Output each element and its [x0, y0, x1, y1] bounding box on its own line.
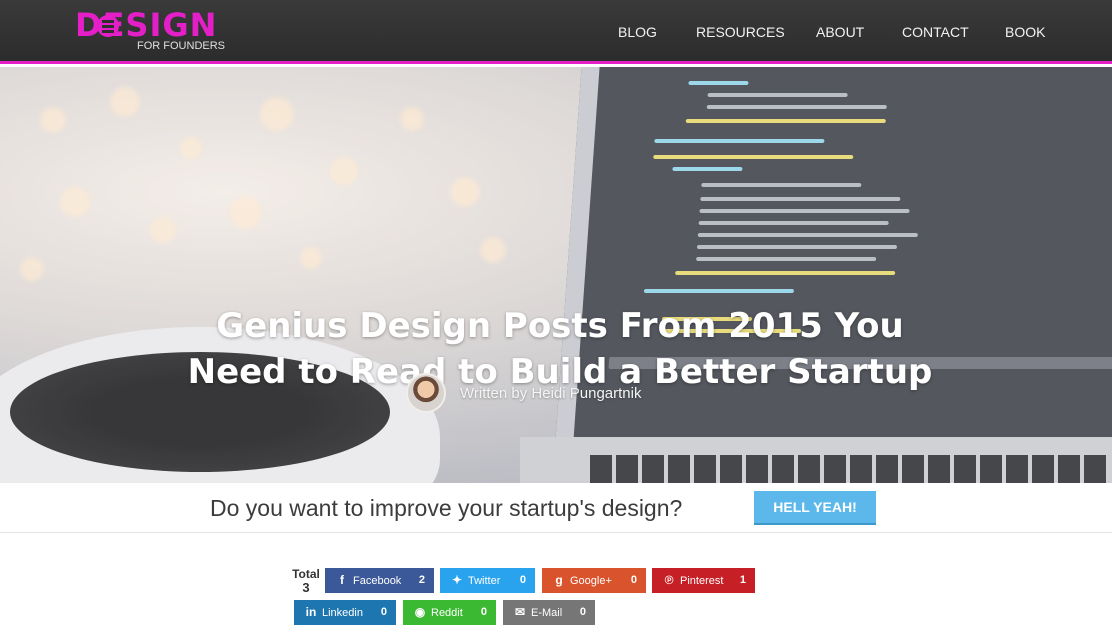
- twitter-icon: ✦: [451, 573, 463, 587]
- share-label: Twitter: [468, 575, 501, 587]
- post-title-line-1: Genius Design Posts From 2015 You: [216, 306, 904, 346]
- share-pinterest-button[interactable]: ℗ Pinterest 1: [652, 568, 755, 593]
- nav-book[interactable]: BOOK: [1005, 24, 1045, 40]
- share-label: Linkedin: [322, 607, 363, 619]
- author-avatar[interactable]: [406, 373, 446, 413]
- linkedin-icon: in: [305, 605, 317, 619]
- share-count: 0: [630, 574, 637, 586]
- share-total: Total 3: [290, 568, 322, 595]
- share-count: 2: [418, 574, 425, 586]
- share-count: 0: [380, 606, 387, 618]
- share-count: 1: [739, 574, 746, 586]
- hell-yeah-button[interactable]: HELL YEAH!: [754, 491, 876, 525]
- email-icon: ✉: [514, 605, 526, 619]
- google-plus-icon: g: [555, 573, 563, 587]
- nav-resources[interactable]: RESOURCES: [696, 24, 785, 40]
- share-count: 0: [519, 574, 526, 586]
- share-label: Reddit: [431, 607, 463, 619]
- share-twitter-button[interactable]: ✦ Twitter 0: [440, 568, 535, 593]
- facebook-icon: f: [340, 573, 344, 587]
- share-label: Pinterest: [680, 575, 724, 587]
- cta-bar: Do you want to improve your startup's de…: [0, 483, 1112, 533]
- share-facebook-button[interactable]: f Facebook 2: [325, 568, 434, 593]
- share-count: 0: [480, 606, 487, 618]
- nav-about[interactable]: ABOUT: [816, 24, 864, 40]
- share-label: E-Mail: [531, 607, 563, 619]
- share-total-count: 3: [302, 580, 310, 595]
- logo-tagline: FOR FOUNDERS: [137, 40, 225, 52]
- site-logo[interactable]: DESIGN FOR FOUNDERS: [75, 8, 225, 56]
- site-header: DESIGN FOR FOUNDERS BLOG RESOURCES ABOUT…: [0, 0, 1112, 64]
- share-label: Facebook: [353, 575, 402, 587]
- hero-banner: Genius Design Posts From 2015 You Need t…: [0, 67, 1112, 483]
- share-email-button[interactable]: ✉ E-Mail 0: [503, 600, 595, 625]
- share-reddit-button[interactable]: ◉ Reddit 0: [403, 600, 496, 625]
- nav-blog[interactable]: BLOG: [618, 24, 657, 40]
- post-title: Genius Design Posts From 2015 You Need t…: [150, 303, 970, 395]
- share-linkedin-button[interactable]: in Linkedin 0: [294, 600, 396, 625]
- nav-contact[interactable]: CONTACT: [902, 24, 969, 40]
- reddit-icon: ◉: [414, 605, 426, 619]
- author-byline[interactable]: Written by Heidi Pungartnik: [460, 385, 641, 402]
- pinterest-icon: ℗: [664, 573, 674, 587]
- lightbulb-icon: [97, 15, 119, 37]
- share-label: Google+: [570, 575, 612, 587]
- share-count: 0: [579, 606, 586, 618]
- cta-text: Do you want to improve your startup's de…: [210, 495, 683, 521]
- share-google-plus-button[interactable]: g Google+ 0: [542, 568, 646, 593]
